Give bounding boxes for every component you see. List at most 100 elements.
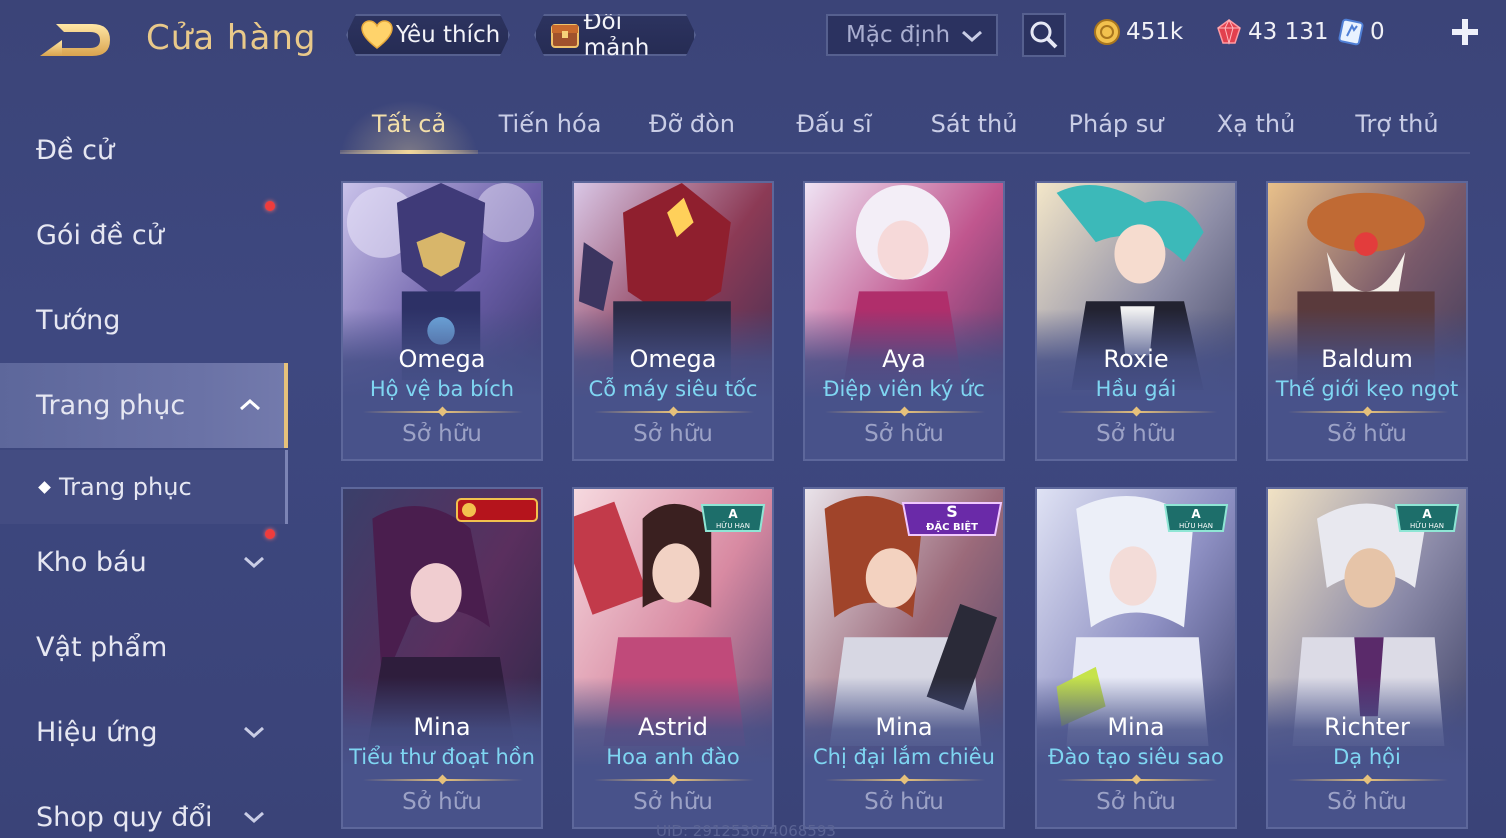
hero-name: Omega xyxy=(629,345,717,373)
heart-icon xyxy=(360,18,394,52)
svg-text:S: S xyxy=(946,502,958,521)
svg-text:HỮU HẠN: HỮU HẠN xyxy=(716,521,750,530)
svg-text:HỮU HẠN: HỮU HẠN xyxy=(1179,521,1213,530)
skin-name: Hoa anh đào xyxy=(606,745,740,769)
back-arrow-icon[interactable] xyxy=(36,18,116,62)
sidebar-item-label: Kho báu xyxy=(36,547,147,578)
skin-name: Tiểu thư đoạt hồn xyxy=(349,745,535,769)
skin-card[interactable]: A HỮU HẠN Astrid Hoa anh đào Sở hữu xyxy=(572,487,774,829)
gem-amount: 43 131 xyxy=(1248,19,1329,45)
user-id: UID: 291253074068593 xyxy=(656,822,836,838)
top-bar: Cửa hàng Yêu thích Đổi mảnh Mặc định 451… xyxy=(0,0,1506,75)
sidebar-subitem-skins[interactable]: Trang phục xyxy=(0,450,288,524)
owned-status: Sở hữu xyxy=(1096,421,1176,447)
svg-text:HỮU HẠN: HỮU HẠN xyxy=(1410,521,1444,530)
skin-name: Hộ vệ ba bích xyxy=(369,377,515,401)
rank-a-limited-badge: A HỮU HẠN xyxy=(1163,504,1229,532)
sidebar-item-label: Shop quy đổi xyxy=(36,802,213,833)
sidebar-item-effects[interactable]: Hiệu ứng xyxy=(0,690,288,775)
skin-card[interactable]: Omega Cỗ máy siêu tốc Sở hữu xyxy=(572,181,774,461)
chevron-down-icon xyxy=(244,556,264,569)
sidebar-item-recommended[interactable]: Đề cử xyxy=(0,108,288,193)
skin-card[interactable]: Omega Hộ vệ ba bích Sở hữu xyxy=(341,181,543,461)
skin-card[interactable]: Baldum Thế giới kẹo ngọt Sở hữu xyxy=(1266,181,1468,461)
red-gem-icon xyxy=(1214,17,1244,47)
skin-name: Đào tạo siêu sao xyxy=(1048,745,1224,769)
skin-name: Điệp viên ký ức xyxy=(823,377,985,401)
skin-card[interactable]: A HỮU HẠN Richter Dạ hội Sở hữu xyxy=(1266,487,1468,829)
chevron-down-icon xyxy=(962,30,982,43)
hero-name: Mina xyxy=(875,713,933,741)
skin-name: Chị đại lắm chiêu xyxy=(813,745,995,769)
tab-evolution[interactable]: Tiến hóa xyxy=(499,110,602,138)
diamond-bullet-icon xyxy=(38,480,51,494)
page-title: Cửa hàng xyxy=(146,18,317,58)
skin-card[interactable]: A HỮU HẠN Mina Đào tạo siêu sao Sở hữu xyxy=(1035,487,1237,829)
skin-card[interactable]: Aya Điệp viên ký ức Sở hữu xyxy=(803,181,1005,461)
tab-fighter[interactable]: Đấu sĩ xyxy=(796,110,871,138)
sidebar-item-treasure[interactable]: Kho báu xyxy=(0,520,288,605)
category-sidebar: Đề cử Gói đề cử Tướng Trang phục Trang p… xyxy=(0,100,290,838)
search-icon xyxy=(1030,21,1058,49)
exchange-fragments-button[interactable]: Đổi mảnh xyxy=(534,14,696,56)
sidebar-item-label: Trang phục xyxy=(36,390,186,421)
notification-dot xyxy=(265,201,275,211)
chevron-down-icon xyxy=(244,726,264,739)
skin-card[interactable]: Roxie Hầu gái Sở hữu xyxy=(1035,181,1237,461)
skin-name: Dạ hội xyxy=(1333,745,1401,769)
tab-tank[interactable]: Đỡ đòn xyxy=(649,110,735,138)
tab-support[interactable]: Trợ thủ xyxy=(1355,110,1438,138)
tab-marksman[interactable]: Xạ thủ xyxy=(1217,110,1296,138)
plus-icon[interactable] xyxy=(1448,14,1482,50)
gold-coin-icon xyxy=(1092,17,1122,47)
sidebar-item-skins[interactable]: Trang phục xyxy=(0,363,288,448)
search-button[interactable] xyxy=(1022,13,1066,57)
hero-name: Astrid xyxy=(637,713,709,741)
favorite-label: Yêu thích xyxy=(396,22,501,48)
sidebar-item-bundles[interactable]: Gói đề cử xyxy=(0,193,288,278)
chevron-down-icon xyxy=(244,811,264,824)
hero-name: Omega xyxy=(398,345,486,373)
tab-assassin[interactable]: Sát thủ xyxy=(931,110,1018,138)
hero-name: Aya xyxy=(882,345,926,373)
voucher-balance: 0 xyxy=(1336,14,1385,50)
hero-name: Roxie xyxy=(1103,345,1169,373)
sidebar-item-label: Trang phục xyxy=(59,473,192,501)
favorite-button[interactable]: Yêu thích xyxy=(346,14,510,56)
hero-name: Mina xyxy=(1107,713,1165,741)
sidebar-item-exchange-shop[interactable]: Shop quy đổi xyxy=(0,775,288,838)
hero-name: Mina xyxy=(413,713,471,741)
gold-amount: 451k xyxy=(1126,19,1184,45)
exchange-label: Đổi mảnh xyxy=(583,9,650,61)
owned-status: Sở hữu xyxy=(864,421,944,447)
owned-status: Sở hữu xyxy=(402,421,482,447)
voucher-amount: 0 xyxy=(1370,19,1385,45)
hero-name: Richter xyxy=(1324,713,1410,741)
active-tab-underline xyxy=(340,150,478,154)
owned-status: Sở hữu xyxy=(864,789,944,815)
hero-name: Baldum xyxy=(1321,345,1413,373)
sort-value: Mặc định xyxy=(846,22,951,48)
tab-mage[interactable]: Pháp sư xyxy=(1069,110,1164,138)
role-filter-tabs: Tất cả Tiến hóa Đỡ đòn Đấu sĩ Sát thủ Ph… xyxy=(340,100,1470,154)
tab-all[interactable]: Tất cả xyxy=(372,110,446,138)
sidebar-item-label: Tướng xyxy=(36,305,121,336)
svg-text:ĐẶC BIỆT: ĐẶC BIỆT xyxy=(926,519,978,533)
sidebar-item-items[interactable]: Vật phẩm xyxy=(0,605,288,690)
svg-text:A: A xyxy=(728,507,738,521)
skin-card[interactable]: Mina Tiểu thư đoạt hồn Sở hữu xyxy=(341,487,543,829)
notification-dot xyxy=(265,529,275,539)
svg-text:A: A xyxy=(1191,507,1201,521)
owned-status: Sở hữu xyxy=(633,789,713,815)
sidebar-item-label: Hiệu ứng xyxy=(36,717,158,748)
sort-dropdown[interactable]: Mặc định xyxy=(826,14,998,56)
svg-text:A: A xyxy=(1422,507,1432,521)
owned-status: Sở hữu xyxy=(633,421,713,447)
sidebar-item-label: Đề cử xyxy=(36,135,115,166)
rank-a-limited-badge: A HỮU HẠN xyxy=(700,504,766,532)
sidebar-item-heroes[interactable]: Tướng xyxy=(0,278,288,363)
rank-a-limited-badge: A HỮU HẠN xyxy=(1394,504,1460,532)
gold-balance: 451k xyxy=(1092,14,1183,50)
rank-s-special-badge: S ĐẶC BIỆT xyxy=(901,502,1003,536)
skin-card[interactable]: S ĐẶC BIỆT Mina Chị đại lắm chiêu Sở hữu xyxy=(803,487,1005,829)
